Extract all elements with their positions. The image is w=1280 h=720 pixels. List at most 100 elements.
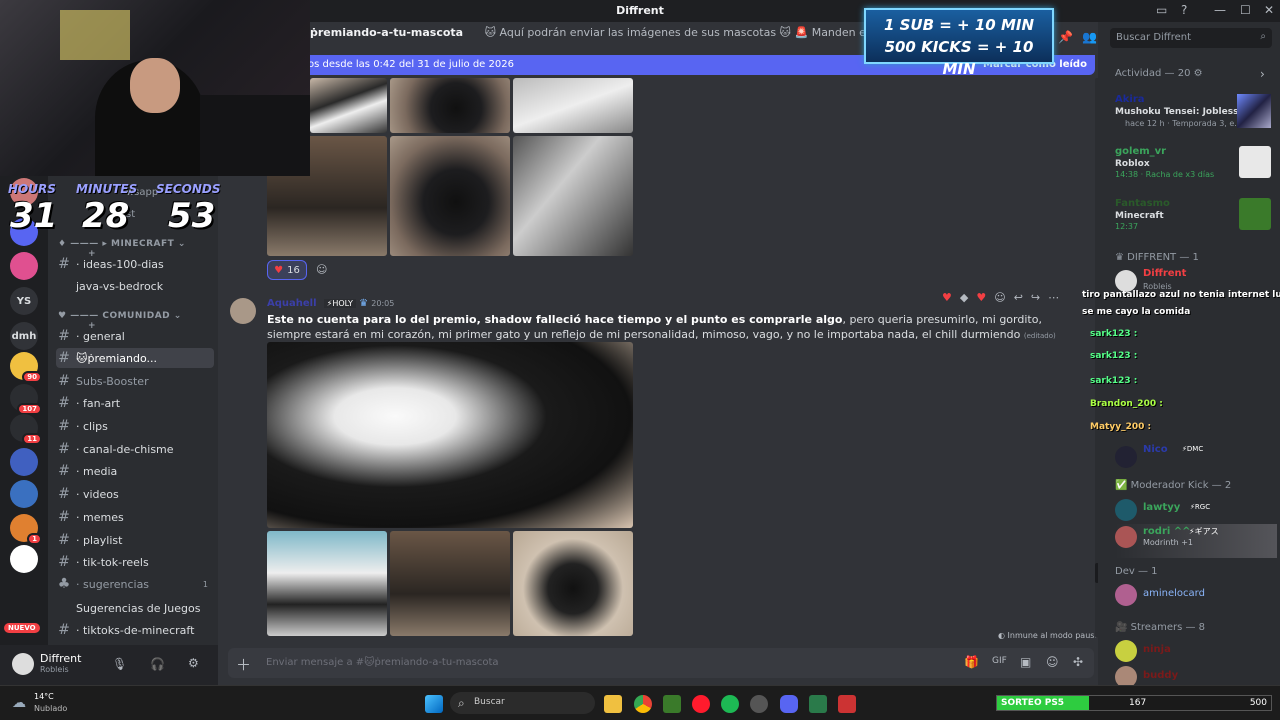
obs-icon[interactable]	[750, 695, 768, 713]
channel-item[interactable]: Sugerencias de Juegos	[56, 598, 214, 618]
clan-tag-label: RGC	[1194, 503, 1211, 511]
search-input[interactable]: Buscar Diffrent ⌕	[1110, 28, 1272, 48]
timer-minutes-label: MINUTES	[76, 182, 138, 196]
close-icon[interactable]: ✕	[1264, 3, 1274, 17]
gift-icon[interactable]: 🎁	[964, 655, 979, 669]
reaction-heart[interactable]: ♥ 16	[267, 260, 307, 280]
attachment-image[interactable]	[390, 136, 510, 256]
channel-java-vs-bedrock[interactable]: java-vs-bedrock	[56, 276, 214, 296]
help-icon[interactable]: ?	[1181, 3, 1187, 17]
reaction-count: 16	[287, 264, 300, 276]
channel-item[interactable]: # · playlist	[56, 530, 214, 550]
minecraft-launcher-icon[interactable]	[663, 695, 681, 713]
member-streamer[interactable]: buddy	[1115, 664, 1277, 688]
microphone-icon[interactable]: 🎙	[112, 657, 127, 671]
maximize-icon[interactable]: ☐	[1240, 3, 1251, 17]
file-explorer-icon[interactable]	[604, 695, 622, 713]
channel-item[interactable]: # Subs-Booster	[56, 371, 214, 391]
sticker-picker-icon[interactable]: ▣	[1020, 655, 1031, 669]
more-icon[interactable]: ⋯	[1048, 291, 1059, 304]
activity-card[interactable]: Akira Mushoku Tensei: Jobless R... hace …	[1115, 94, 1277, 128]
channel-item[interactable]: # · media	[56, 461, 214, 481]
server-icon[interactable]: dmh	[10, 322, 38, 350]
taskbar-search-label: Buscar	[474, 697, 505, 707]
taskbar-search[interactable]: ⌕ Buscar	[450, 692, 595, 714]
pin-icon[interactable]: 📌	[1058, 30, 1073, 44]
emoji-icon[interactable]: ☺	[994, 291, 1005, 304]
server-icon[interactable]: 90	[10, 352, 42, 383]
attachment-image[interactable]	[513, 531, 633, 636]
channel-item[interactable]: # · tik-tok-reels	[56, 552, 214, 572]
chevron-right-icon[interactable]: ›	[1260, 67, 1265, 81]
author-avatar[interactable]	[230, 298, 256, 324]
emoji-picker-icon[interactable]: ☺	[1046, 655, 1059, 669]
attachment-image[interactable]	[513, 136, 633, 256]
gif-icon[interactable]: GIF	[992, 656, 1007, 666]
minimize-icon[interactable]: —	[1214, 3, 1226, 17]
attachment-image[interactable]	[513, 78, 633, 133]
category-minecraft-label: MINECRAFT	[111, 239, 175, 249]
channel-item[interactable]: # · videos	[56, 484, 214, 504]
server-icon[interactable]: 1	[10, 514, 42, 545]
settings-gear-icon[interactable]: ⚙	[188, 656, 199, 670]
channel-item[interactable]: # 🐱ṗremiando...	[56, 348, 214, 368]
attachment-image[interactable]	[310, 78, 387, 133]
add-attachment-icon[interactable]: ＋	[236, 654, 251, 675]
member-list-icon[interactable]: 👥	[1082, 30, 1097, 44]
user-avatar[interactable]	[12, 653, 34, 675]
channel-item[interactable]: # · memes	[56, 507, 214, 527]
activity-card[interactable]: Fantasmo Minecraft 12:37	[1115, 198, 1277, 232]
server-icon[interactable]: 11	[10, 414, 42, 445]
app-icon[interactable]	[809, 695, 827, 713]
app-icon-2[interactable]	[838, 695, 856, 713]
server-icon[interactable]	[10, 480, 38, 508]
activity-detail: 14:38 · Racha de x3 días	[1115, 170, 1215, 179]
chrome-icon[interactable]	[634, 695, 652, 713]
windows-start-icon[interactable]	[425, 695, 443, 713]
attachment-image-main[interactable]	[267, 342, 633, 528]
member-dmc[interactable]: Nico ⚡DMC	[1115, 444, 1277, 478]
channel-item[interactable]: # · general	[56, 326, 214, 346]
spotify-icon[interactable]	[721, 695, 739, 713]
clan-tag-label: ギアス	[1194, 527, 1219, 536]
attachment-image[interactable]	[267, 531, 387, 636]
channel-topic[interactable]: 🐱 Aquí podrán enviar las imágenes de sus…	[485, 26, 870, 39]
channel-item[interactable]: # · fan-art	[56, 393, 214, 413]
reply-icon[interactable]: ↩	[1014, 291, 1023, 304]
apps-icon[interactable]: ✣	[1073, 655, 1083, 669]
channel-ideas-100-dias[interactable]: # · ideas-100-dias	[56, 254, 214, 274]
member-rodri[interactable]: rodri ^^ ⚡ギアス Modrinth +1	[1115, 524, 1277, 558]
message-author[interactable]: Aquahell	[267, 298, 317, 309]
forum-icon: ♣	[57, 576, 71, 592]
message-composer[interactable]: ＋ Enviar mensaje a #🐱ṗremiando-a-tu-masc…	[228, 648, 1094, 678]
headphones-icon[interactable]: 🎧	[150, 657, 165, 671]
channel-item[interactable]: ♣ · sugerencias 1	[56, 574, 214, 594]
server-icon[interactable]: 107	[10, 384, 42, 415]
channel-item[interactable]: # · clips	[56, 416, 214, 436]
attachment-image[interactable]	[390, 531, 510, 636]
heart-react-icon-2[interactable]: ♥	[976, 291, 986, 304]
channel-item[interactable]: # · canal-de-chisme	[56, 439, 214, 459]
server-label: YS	[16, 295, 32, 307]
member-aminelocard[interactable]: aminelocard	[1115, 582, 1277, 616]
server-icon[interactable]	[10, 448, 38, 476]
opera-icon[interactable]	[692, 695, 710, 713]
add-reaction-icon[interactable]: ☺	[316, 263, 327, 276]
weather-temp[interactable]: 14°C	[34, 692, 54, 701]
composer-placeholder[interactable]: Enviar mensaje a #🐱ṗremiando-a-tu-mascot…	[266, 657, 499, 668]
attachment-image[interactable]	[390, 78, 510, 133]
server-icon[interactable]: YS	[10, 287, 38, 315]
server-icon[interactable]	[10, 252, 38, 280]
message-actions: ♥ ◆ ♥ ☺ ↩ ↪ ⋯	[942, 288, 1084, 306]
inbox-icon[interactable]: ▭	[1156, 3, 1167, 17]
kick-chat-line: sark123 :	[1090, 351, 1138, 361]
weather-icon[interactable]: ☁	[12, 695, 26, 711]
discord-icon[interactable]	[780, 695, 798, 713]
server-icon[interactable]	[10, 545, 38, 573]
user-name[interactable]: Diffrent	[40, 652, 81, 665]
sticker-icon[interactable]: ◆	[960, 291, 968, 304]
forward-icon[interactable]: ↪	[1031, 291, 1040, 304]
heart-react-icon[interactable]: ♥	[942, 291, 952, 304]
activity-card[interactable]: golem_vr Roblox 14:38 · Racha de x3 días	[1115, 146, 1277, 180]
channel-item[interactable]: # · tiktoks-de-minecraft	[56, 620, 214, 640]
